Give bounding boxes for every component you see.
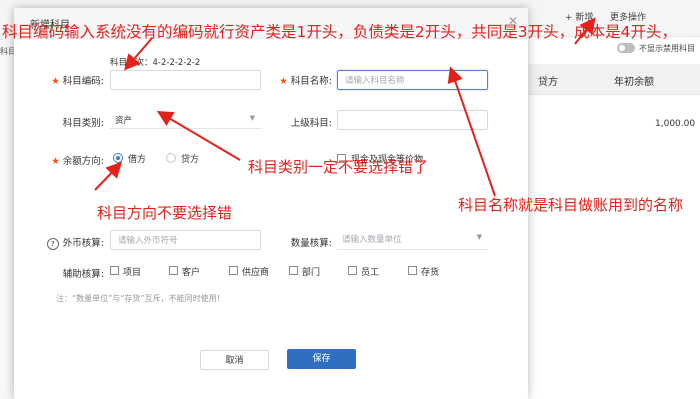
arrow-to-category: [156, 110, 241, 161]
annotation-direction: 科目方向不要选择错: [97, 204, 233, 222]
annotation-name: 科目名称就是科目做账用到的名称: [458, 196, 684, 214]
annotation-code: 科目编码输入系统没有的编码就行资产类是1开头，负债类是2开头，共同是3开头，成本…: [2, 23, 677, 41]
annotation-category: 科目类别一定不要选择错了: [248, 158, 429, 176]
arrow-to-direction: [94, 161, 123, 191]
arrow-to-name: [447, 66, 496, 197]
arrow-to-code: [124, 37, 153, 71]
